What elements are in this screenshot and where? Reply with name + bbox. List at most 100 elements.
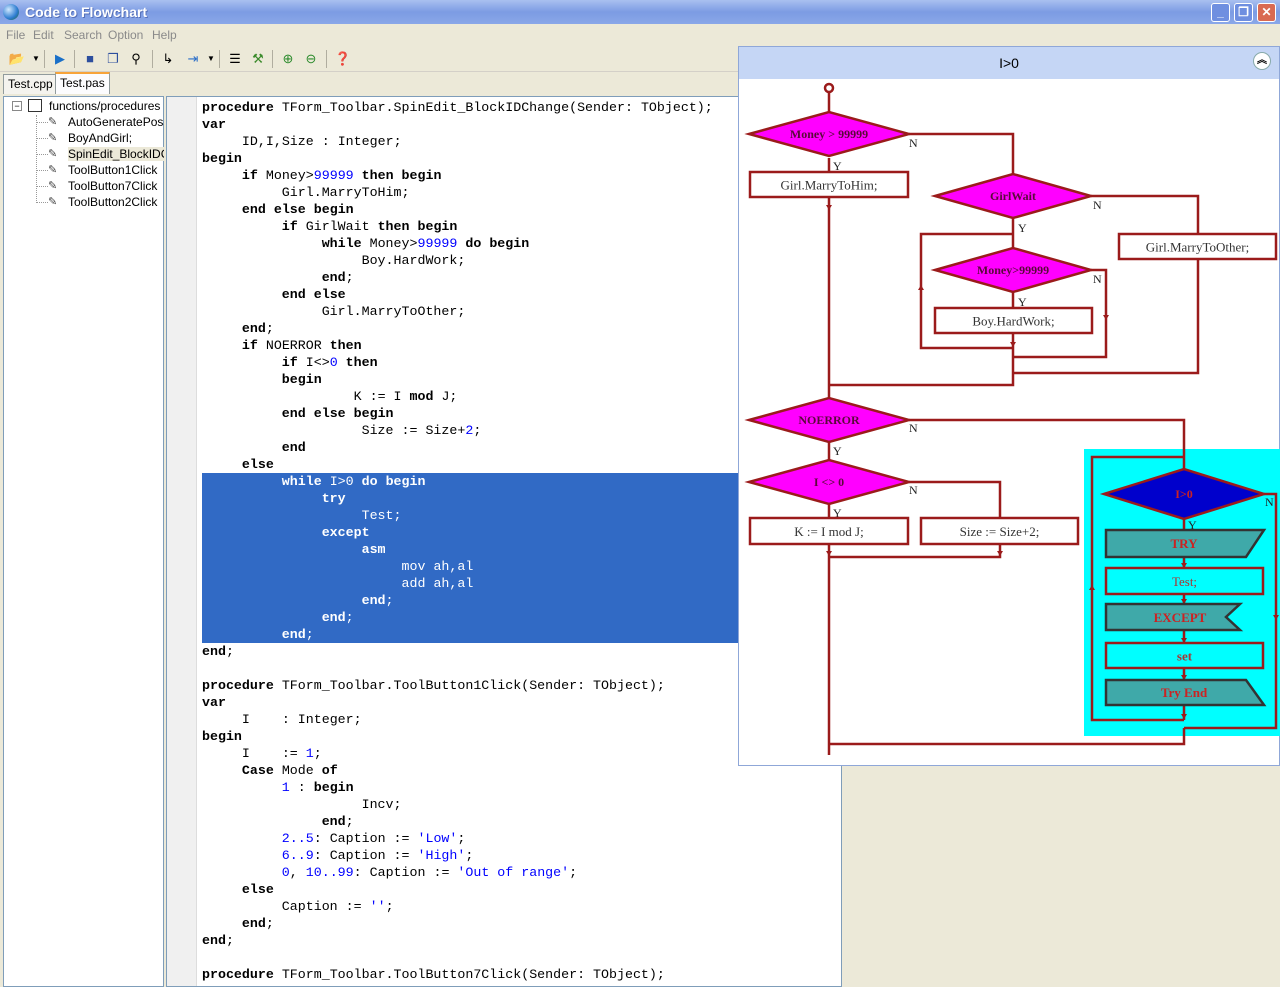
code-line[interactable]: else: [202, 881, 274, 898]
menu-search[interactable]: Search: [64, 28, 102, 42]
node-label: set: [1177, 649, 1193, 664]
code-line[interactable]: end;: [202, 626, 314, 643]
code-line[interactable]: end: [202, 439, 306, 456]
code-line[interactable]: end;: [202, 813, 354, 830]
tree-item[interactable]: BoyAndGirl;: [68, 131, 164, 145]
node-label: Money>99999: [977, 263, 1049, 277]
tree-item[interactable]: ToolButton2Click: [68, 195, 164, 209]
toolbar: 📂 ▼ ▶ ■ ❐ ⚲ ↳ ⇥ ▼ ☰ ⚒ ⊕ ⊖ ❓: [0, 46, 738, 72]
code-line[interactable]: begin: [202, 371, 322, 388]
code-line[interactable]: Test;: [202, 507, 402, 524]
code-line[interactable]: procedure TForm_Toolbar.ToolButton7Click…: [202, 966, 665, 983]
code-line[interactable]: end;: [202, 320, 274, 337]
code-line[interactable]: end;: [202, 915, 274, 932]
tree-item[interactable]: AutoGeneratePoss;: [68, 115, 164, 129]
code-line[interactable]: while I>0 do begin: [202, 473, 426, 490]
code-line[interactable]: I : Integer;: [202, 711, 362, 728]
code-line[interactable]: while Money>99999 do begin: [202, 235, 530, 252]
menu-option[interactable]: Option: [108, 28, 143, 42]
close-button[interactable]: ✕: [1257, 3, 1276, 22]
branch-label: N: [1093, 272, 1102, 286]
zoom-out-icon[interactable]: ⊖: [302, 50, 320, 68]
code-line[interactable]: end else: [202, 286, 346, 303]
code-line[interactable]: Girl.MarryToOther;: [202, 303, 466, 320]
save-icon[interactable]: ■: [81, 50, 99, 68]
list-icon[interactable]: ☰: [226, 50, 244, 68]
procedure-icon: ✎: [48, 148, 58, 160]
code-line[interactable]: except: [202, 524, 370, 541]
arrow-icon: [1010, 342, 1016, 347]
menu-bar: File Edit Search Option Help: [0, 24, 1280, 45]
code-line[interactable]: K := I mod J;: [202, 388, 458, 405]
node-label: Girl.MarryToHim;: [781, 178, 878, 193]
connector-line: [829, 544, 1002, 559]
code-line[interactable]: var: [202, 694, 226, 711]
code-line[interactable]: var: [202, 116, 226, 133]
open-dropdown-icon[interactable]: ▼: [27, 50, 45, 68]
code-line[interactable]: mov ah,al: [202, 558, 474, 575]
tree-item[interactable]: ToolButton1Click: [68, 163, 164, 177]
code-line[interactable]: begin: [202, 728, 242, 745]
tree-root[interactable]: functions/procedures: [49, 99, 160, 113]
branch-label: N: [909, 136, 918, 150]
code-line[interactable]: Incv;: [202, 796, 402, 813]
code-line[interactable]: Size := Size+2;: [202, 422, 482, 439]
save-all-icon[interactable]: ❐: [104, 50, 122, 68]
find-icon[interactable]: ⚲: [127, 50, 145, 68]
tab-test-cpp[interactable]: Test.cpp: [3, 74, 58, 94]
code-line[interactable]: 1 : begin: [202, 779, 354, 796]
tools-icon[interactable]: ⚒: [249, 50, 267, 68]
open-folder-icon[interactable]: 📂: [8, 50, 26, 68]
node-label: NOERROR: [798, 413, 860, 427]
code-line[interactable]: end;: [202, 609, 354, 626]
insert-dropdown-icon[interactable]: ▼: [202, 50, 220, 68]
tree-item[interactable]: SpinEdit_BlockIDCh: [68, 147, 164, 161]
code-line[interactable]: 6..9: Caption := 'High';: [202, 847, 474, 864]
zoom-in-icon[interactable]: ⊕: [279, 50, 297, 68]
code-line[interactable]: Case Mode of: [202, 762, 338, 779]
code-line[interactable]: if Money>99999 then begin: [202, 167, 442, 184]
code-line[interactable]: ID,I,Size : Integer;: [202, 133, 402, 150]
arrow-icon: [826, 205, 832, 210]
code-line[interactable]: end else begin: [202, 201, 354, 218]
tab-test-pas[interactable]: Test.pas: [55, 72, 110, 94]
code-line[interactable]: Girl.MarryToHim;: [202, 184, 410, 201]
code-line[interactable]: I := 1;: [202, 745, 322, 762]
code-line[interactable]: end;: [202, 269, 354, 286]
node-label: Test;: [1172, 574, 1197, 589]
maximize-button[interactable]: ❐: [1234, 3, 1253, 22]
code-line[interactable]: 2..5: Caption := 'Low';: [202, 830, 466, 847]
code-line[interactable]: if GirlWait then begin: [202, 218, 458, 235]
code-line[interactable]: end;: [202, 932, 234, 949]
code-line[interactable]: procedure TForm_Toolbar.ToolButton1Click…: [202, 677, 665, 694]
code-line[interactable]: end else begin: [202, 405, 394, 422]
insert-icon[interactable]: ⇥: [184, 50, 202, 68]
code-line[interactable]: asm: [202, 541, 386, 558]
code-line[interactable]: add ah,al: [202, 575, 474, 592]
menu-file[interactable]: File: [6, 28, 25, 42]
code-line[interactable]: Boy.HardWork;: [202, 252, 466, 269]
minimize-button[interactable]: _: [1211, 3, 1230, 22]
code-line[interactable]: end;: [202, 643, 234, 660]
code-line[interactable]: 0, 10..99: Caption := 'Out of range';: [202, 864, 577, 881]
code-line[interactable]: begin: [202, 150, 242, 167]
window-title: Code to Flowchart: [25, 4, 148, 20]
menu-edit[interactable]: Edit: [33, 28, 54, 42]
code-line[interactable]: end;: [202, 592, 394, 609]
code-line[interactable]: if NOERROR then: [202, 337, 362, 354]
code-line[interactable]: Caption := '';: [202, 898, 394, 915]
code-line[interactable]: procedure TForm_Toolbar.SpinEdit_BlockID…: [202, 99, 713, 116]
tree-item[interactable]: ToolButton7Click: [68, 179, 164, 193]
menu-help[interactable]: Help: [152, 28, 177, 42]
code-line[interactable]: try: [202, 490, 346, 507]
procedure-icon: ✎: [48, 196, 58, 208]
code-line[interactable]: else: [202, 456, 274, 473]
flowchart-canvas: Money > 99999 N Y Girl.MarryToHim; GirlWait N…: [744, 82, 1280, 755]
code-line[interactable]: if I<>0 then: [202, 354, 378, 371]
goto-icon[interactable]: ↳: [159, 50, 177, 68]
run-icon[interactable]: ▶: [51, 50, 69, 68]
line-gutter: [167, 97, 197, 986]
help-icon[interactable]: ❓: [334, 50, 352, 68]
arrow-icon: [918, 285, 924, 290]
collapse-toggle[interactable]: −: [12, 101, 22, 111]
